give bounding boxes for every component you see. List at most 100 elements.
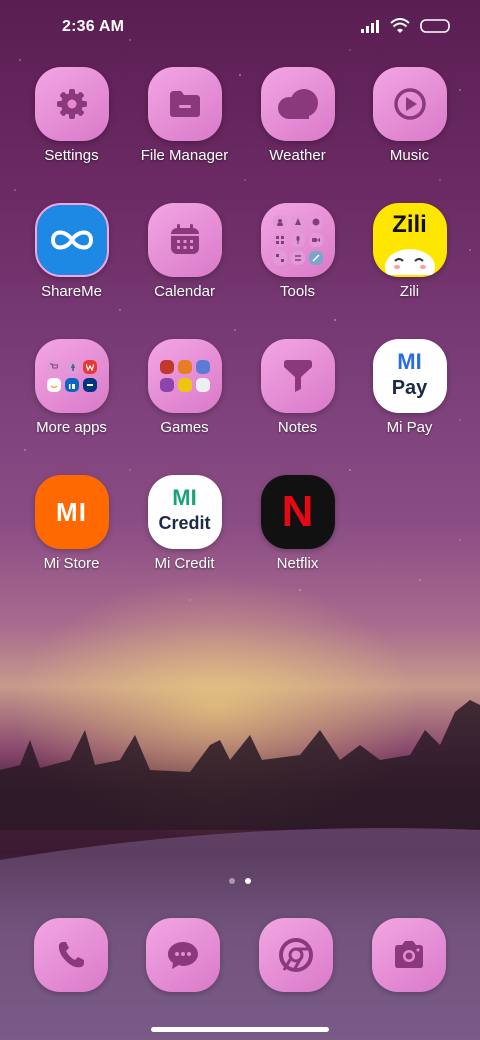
settings-app-icon[interactable] — [34, 67, 109, 141]
video-icon — [308, 233, 323, 247]
tools-folder-icon[interactable] — [260, 203, 335, 277]
app-label: Settings — [44, 147, 99, 164]
app-music[interactable]: Music — [353, 67, 466, 164]
mi-pay-logo-bottom: Pay — [391, 377, 428, 399]
infinity-icon — [48, 227, 96, 253]
facebook-icon — [64, 360, 79, 374]
app-label: Zili — [399, 283, 420, 300]
music-app-icon[interactable] — [372, 67, 447, 141]
wps-icon — [82, 360, 97, 374]
netflix-app-icon[interactable]: N — [260, 475, 335, 549]
app-shareme[interactable]: ShareMe — [15, 203, 128, 300]
game-tile-icon — [159, 360, 174, 374]
page-dot[interactable] — [229, 878, 235, 884]
settings-icon — [54, 86, 90, 122]
netflix-logo: N — [281, 487, 314, 536]
app-mi-store[interactable]: MI Mi Store — [15, 475, 128, 572]
app-label: ShareMe — [41, 283, 102, 300]
game-tile-icon — [177, 360, 192, 374]
cloud-icon — [275, 88, 321, 120]
app-label: Notes — [277, 419, 318, 436]
mi-credit-logo-top: MI — [172, 485, 197, 510]
home-indicator[interactable] — [151, 1027, 329, 1032]
mi-store-logo: MI — [56, 496, 87, 527]
app-file-manager[interactable]: File Manager — [128, 67, 241, 164]
app-calendar[interactable]: Calendar — [128, 203, 241, 300]
status-icons — [360, 18, 452, 34]
more-apps-folder-icon[interactable] — [34, 339, 109, 413]
app-label: Netflix — [276, 555, 319, 572]
feather-icon — [308, 251, 323, 265]
signal-icon — [360, 19, 380, 33]
phone-icon — [55, 939, 87, 971]
app-label: Mi Pay — [386, 419, 433, 436]
app-mi-credit[interactable]: MI Credit Mi Credit — [128, 475, 241, 572]
calendar-icon — [168, 223, 202, 257]
notes-app-icon[interactable] — [260, 339, 335, 413]
compass-icon — [290, 215, 305, 229]
mi-pay-app-icon[interactable]: MI Pay — [372, 339, 447, 413]
status-bar: 2:36 AM — [0, 0, 480, 56]
shareme-app-icon[interactable] — [34, 203, 109, 277]
camera-app[interactable] — [372, 918, 446, 992]
mi-store-app-icon[interactable]: MI — [34, 475, 109, 549]
zili-app-icon[interactable]: Zili — [372, 203, 447, 277]
battery-icon — [420, 18, 452, 34]
cart-icon — [46, 360, 61, 374]
folder-games[interactable]: Games — [128, 339, 241, 436]
app-weather[interactable]: Weather — [241, 67, 354, 164]
page-indicator — [0, 878, 480, 884]
mi-credit-logo-bottom: Credit — [158, 513, 211, 533]
app-label: Music — [389, 147, 430, 164]
games-folder-icon[interactable] — [147, 339, 222, 413]
weather-app-icon[interactable] — [260, 67, 335, 141]
microphone-icon — [290, 233, 305, 247]
calendar-app-icon[interactable] — [147, 203, 222, 277]
page-dot-active[interactable] — [245, 878, 251, 884]
clock-icon — [308, 215, 323, 229]
wifi-icon — [390, 18, 410, 34]
app-label: Mi Credit — [154, 555, 215, 572]
app-settings[interactable]: Settings — [15, 67, 128, 164]
mi-credit-app-icon[interactable]: MI Credit — [147, 475, 222, 549]
app-label: Mi Store — [43, 555, 100, 572]
messaging-app[interactable] — [146, 918, 220, 992]
folder-more-apps[interactable]: More apps — [15, 339, 128, 436]
game-tile-icon — [177, 378, 192, 392]
app-label: Calendar — [154, 283, 215, 300]
amazon-icon — [46, 378, 61, 392]
mi-pay-logo: MI Pay — [373, 339, 447, 413]
game-tile-icon — [195, 360, 210, 374]
folder-icon — [168, 89, 202, 119]
zili-logo-text: Zili — [392, 211, 427, 238]
mi-pay-logo-top: MI — [397, 349, 422, 374]
linkedin-icon — [64, 378, 79, 392]
app-zili[interactable]: Zili Zili — [353, 203, 466, 300]
folder-tools[interactable]: Tools — [241, 203, 354, 300]
file-manager-app-icon[interactable] — [147, 67, 222, 141]
dock — [0, 918, 480, 994]
app-label: Weather — [269, 147, 326, 164]
game-tile-icon — [159, 378, 174, 392]
camera-icon — [391, 940, 427, 970]
chrome-app[interactable] — [259, 918, 333, 992]
app-netflix[interactable]: N Netflix — [241, 475, 354, 572]
phone-app[interactable] — [34, 918, 108, 992]
user-icon — [272, 215, 287, 229]
app-label: Tools — [279, 283, 316, 300]
app-notes[interactable]: Notes — [241, 339, 354, 436]
app-mi-pay[interactable]: MI Pay Mi Pay — [353, 339, 466, 436]
zili-logo: Zili — [373, 203, 447, 277]
booking-icon — [82, 378, 97, 392]
messaging-icon — [166, 939, 200, 971]
game-tile-icon — [195, 378, 210, 392]
grid-icon — [272, 233, 287, 247]
app-label: File Manager — [140, 147, 229, 164]
mi-credit-logo: MI Credit — [148, 475, 222, 549]
chrome-icon — [278, 937, 314, 973]
swap-icon — [290, 251, 305, 265]
app-label: Games — [160, 419, 209, 436]
calculator-icon — [272, 251, 287, 265]
notes-icon — [282, 359, 314, 393]
status-time: 2:36 AM — [62, 18, 125, 35]
